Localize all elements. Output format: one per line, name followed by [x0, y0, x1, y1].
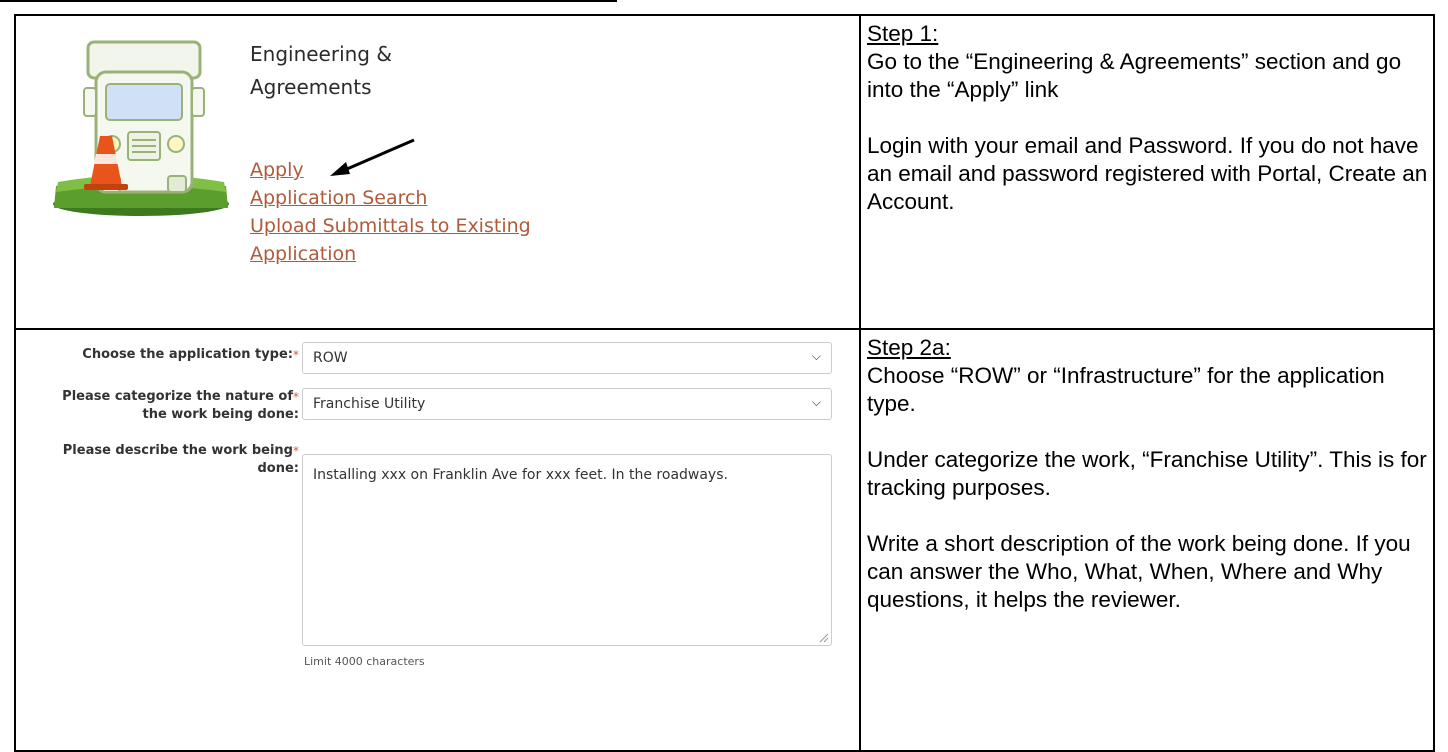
- step2-instructions-cell: Step 2a: Choose “ROW” or “Infrastructure…: [859, 328, 1435, 752]
- app-type-label: Choose the application type:*: [82, 347, 299, 362]
- step2-row: Choose the application type:* ROW ⌵ Plea…: [14, 328, 1435, 752]
- upload-submittals-link-cont[interactable]: Application: [250, 240, 531, 268]
- section-title-line1: Engineering &: [250, 42, 392, 66]
- step1-text1: Go to the “Engineering & Agreements” sec…: [867, 49, 1402, 102]
- step2-label: Step 2a:: [867, 335, 951, 360]
- required-mark: *: [293, 348, 299, 362]
- step2-text2: Under categorize the work, “Franchise Ut…: [867, 447, 1427, 500]
- nature-select[interactable]: Franchise Utility ⌵: [302, 388, 832, 420]
- step2-screenshot-cell: Choose the application type:* ROW ⌵ Plea…: [14, 328, 861, 752]
- character-limit: Limit 4000 characters: [304, 655, 425, 668]
- step1-label: Step 1:: [867, 21, 939, 46]
- upload-submittals-link[interactable]: Upload Submittals to Existing: [250, 212, 531, 240]
- section-title: Engineering & Agreements: [250, 38, 392, 104]
- step1-text2: Login with your email and Password. If y…: [867, 133, 1428, 214]
- step2-text3: Write a short description of the work be…: [867, 531, 1411, 612]
- app-type-select[interactable]: ROW ⌵: [302, 342, 832, 374]
- application-search-link[interactable]: Application Search: [250, 184, 531, 212]
- step1-screenshot-cell: Engineering & Agreements Apply Applicati…: [14, 14, 861, 330]
- section-title-line2: Agreements: [250, 75, 372, 99]
- chevron-down-icon: ⌵: [811, 395, 821, 409]
- required-mark: *: [293, 390, 299, 404]
- resize-grip-icon[interactable]: [819, 633, 829, 643]
- describe-label: Please describe the work being* done:: [62, 443, 299, 476]
- required-mark: *: [293, 444, 299, 458]
- instructions-table: Engineering & Agreements Apply Applicati…: [14, 14, 1435, 752]
- step1-row: Engineering & Agreements Apply Applicati…: [14, 14, 1435, 330]
- step2-text1: Choose “ROW” or “Infrastructure” for the…: [867, 363, 1385, 416]
- top-rule: [0, 0, 617, 2]
- describe-textarea[interactable]: Installing xxx on Franklin Ave for xxx f…: [302, 454, 832, 646]
- nature-label: Please categorize the nature of* the wor…: [62, 389, 299, 422]
- chevron-down-icon: ⌵: [811, 349, 821, 363]
- section-links: Apply Application Search Upload Submitta…: [250, 156, 531, 268]
- dump-truck-icon: [53, 40, 229, 216]
- step1-instructions-cell: Step 1: Go to the “Engineering & Agreeme…: [859, 14, 1435, 330]
- apply-link[interactable]: Apply: [250, 156, 531, 184]
